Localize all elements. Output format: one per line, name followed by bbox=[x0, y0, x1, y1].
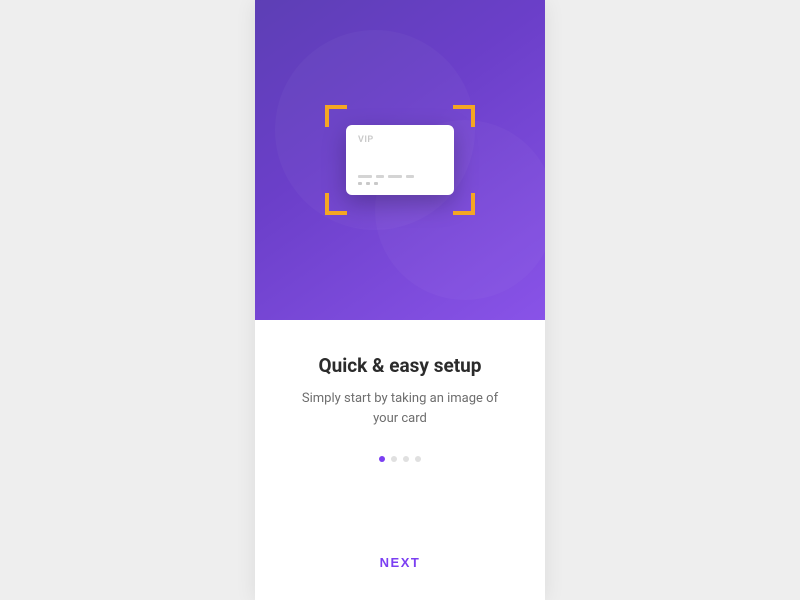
pagination-dots bbox=[379, 456, 421, 462]
pagination-dot[interactable] bbox=[391, 456, 397, 462]
scan-corner-icon bbox=[453, 105, 475, 127]
onboarding-subtitle: Simply start by taking an image of your … bbox=[300, 389, 500, 428]
pagination-dot[interactable] bbox=[415, 456, 421, 462]
scan-corner-icon bbox=[453, 193, 475, 215]
scan-corner-icon bbox=[325, 105, 347, 127]
pagination-dot[interactable] bbox=[379, 456, 385, 462]
onboarding-content: Quick & easy setup Simply start by takin… bbox=[255, 320, 545, 525]
scan-frame-icon: VIP bbox=[325, 105, 475, 215]
next-button[interactable]: NEXT bbox=[360, 547, 441, 578]
scan-corner-icon bbox=[325, 193, 347, 215]
onboarding-title: Quick & easy setup bbox=[318, 354, 481, 377]
hero-illustration: VIP bbox=[255, 0, 545, 320]
footer: NEXT bbox=[255, 525, 545, 600]
onboarding-screen: VIP Quick & easy setup bbox=[255, 0, 545, 600]
pagination-dot[interactable] bbox=[403, 456, 409, 462]
card-number-placeholder bbox=[358, 175, 442, 185]
card-label: VIP bbox=[358, 135, 442, 145]
card-icon: VIP bbox=[346, 125, 454, 195]
